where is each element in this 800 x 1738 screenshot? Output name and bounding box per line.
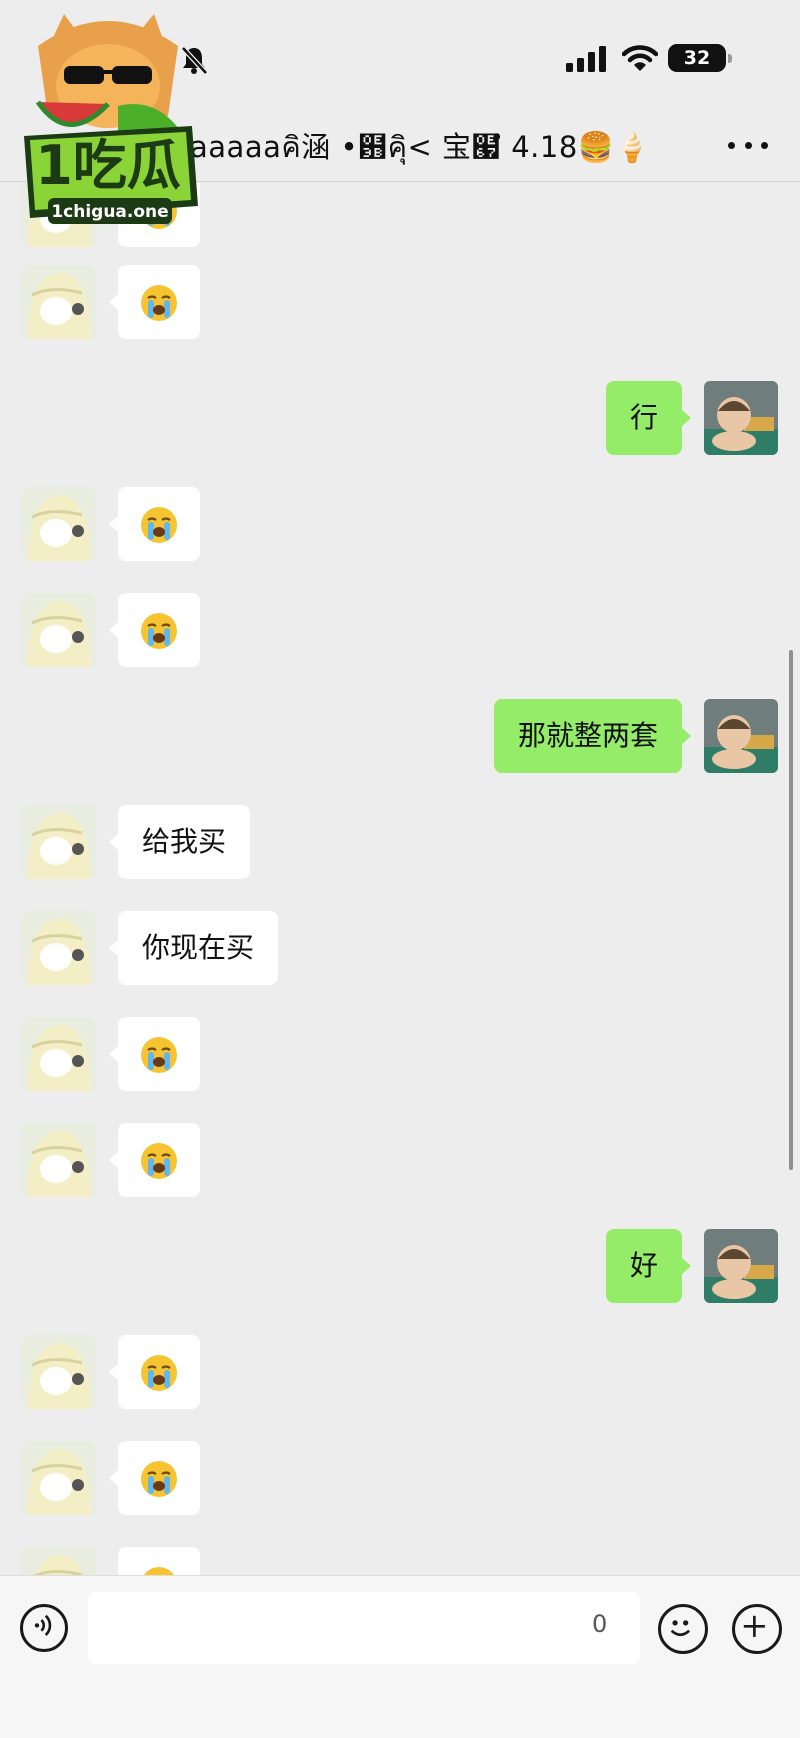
crying-emoji-icon	[141, 1143, 177, 1179]
message-row-sent: 行	[0, 381, 800, 457]
emoji-message-bubble[interactable]	[109, 1017, 200, 1091]
input-bar: 0	[0, 1575, 800, 1738]
message-row-sent: 好	[0, 1229, 800, 1305]
text-message-bubble[interactable]: 行	[605, 381, 692, 455]
contact-avatar[interactable]	[22, 1547, 96, 1575]
watermark-logo: 1吃瓜 1chigua.one	[24, 14, 198, 224]
emoji-message-bubble[interactable]	[109, 1123, 200, 1197]
more-icon-dot	[728, 141, 735, 149]
message-row-received	[0, 593, 800, 669]
watermark-url-text: 1chigua.one	[51, 202, 168, 222]
emoji-message-bubble[interactable]	[109, 1441, 200, 1515]
scrollbar[interactable]	[789, 650, 793, 1170]
my-avatar[interactable]	[704, 381, 778, 455]
emoji-button[interactable]	[658, 1604, 708, 1654]
message-list[interactable]: 行那就整两套给我买你现在买好	[0, 183, 800, 1575]
my-avatar[interactable]	[704, 699, 778, 773]
chat-title[interactable]: aaaaaคิ涵 •฻คิุ< 宝๧ํ 4.18🍔🍦	[190, 124, 651, 170]
message-input[interactable]	[88, 1592, 640, 1664]
text-message-bubble[interactable]: 你现在买	[108, 911, 279, 985]
text-message-bubble[interactable]: 那就整两套	[493, 699, 692, 773]
voice-button[interactable]	[20, 1604, 68, 1652]
cellular-signal-icon	[566, 46, 606, 72]
more-button[interactable]	[728, 132, 768, 158]
input-cursor: 0	[592, 1610, 608, 1638]
emoji-message-bubble[interactable]	[109, 265, 200, 339]
contact-avatar[interactable]	[22, 487, 96, 561]
crying-emoji-icon	[144, 1567, 174, 1575]
battery-icon: 32	[668, 44, 732, 72]
contact-avatar[interactable]	[22, 1123, 96, 1197]
contact-avatar[interactable]	[22, 805, 96, 879]
message-row-received	[0, 1441, 800, 1517]
message-row-received	[0, 1017, 800, 1093]
crying-emoji-icon	[141, 1037, 177, 1073]
wifi-icon	[622, 45, 658, 71]
contact-avatar[interactable]	[22, 1017, 96, 1091]
my-avatar[interactable]	[704, 1229, 778, 1303]
message-row-received	[0, 1547, 800, 1575]
text-message-bubble[interactable]: 好	[605, 1229, 692, 1303]
crying-emoji-icon	[141, 1355, 177, 1391]
voice-icon	[34, 1614, 52, 1636]
emoji-message-bubble[interactable]	[109, 593, 200, 667]
text-message-bubble[interactable]: 给我买	[108, 805, 251, 879]
contact-avatar[interactable]	[22, 1441, 96, 1515]
contact-avatar[interactable]	[22, 265, 96, 339]
message-row-received	[0, 487, 800, 563]
more-icon-dot	[761, 141, 768, 149]
message-row-received	[0, 1123, 800, 1199]
more-icon-dot	[744, 141, 752, 149]
plus-icon	[743, 1615, 765, 1637]
message-row-received: 给我买	[0, 805, 800, 881]
contact-avatar[interactable]	[22, 593, 96, 667]
contact-avatar[interactable]	[22, 1335, 96, 1409]
message-row-received	[0, 1335, 800, 1411]
watermark-brand-text: 1吃瓜	[35, 134, 181, 197]
message-row-received	[0, 265, 800, 341]
emoji-message-bubble[interactable]	[109, 1335, 200, 1409]
crying-emoji-icon	[141, 1461, 177, 1497]
plus-button[interactable]	[732, 1604, 782, 1654]
message-row-sent: 那就整两套	[0, 699, 800, 775]
contact-avatar[interactable]	[22, 911, 96, 985]
crying-emoji-icon	[141, 285, 177, 321]
message-row-received: 你现在买	[0, 911, 800, 987]
crying-emoji-icon	[141, 507, 177, 543]
crying-emoji-icon	[141, 613, 177, 649]
emoji-message-bubble[interactable]	[109, 487, 200, 561]
emoji-message-bubble[interactable]	[118, 1547, 200, 1575]
emoji-icon	[670, 1620, 691, 1637]
